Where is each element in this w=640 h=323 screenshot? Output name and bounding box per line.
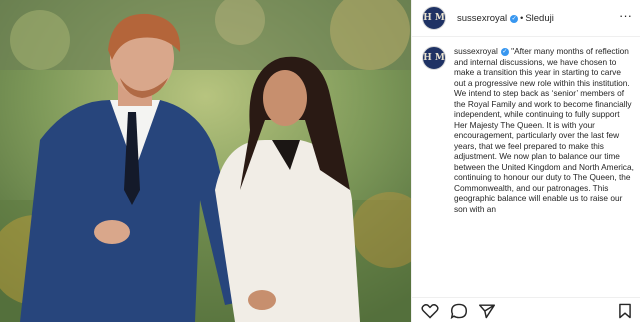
post-details-panel: H M sussexroyal ✓ • Sleduji ··· H M susse…: [411, 0, 640, 323]
action-bar: [412, 297, 640, 323]
post-photo[interactable]: [0, 0, 411, 322]
bookmark-icon[interactable]: [617, 303, 633, 319]
profile-avatar[interactable]: H M: [422, 6, 446, 30]
verified-badge-icon: ✓: [510, 14, 519, 23]
more-options-icon[interactable]: ···: [619, 9, 632, 22]
heart-icon[interactable]: [421, 303, 439, 319]
post-header: H M sussexroyal ✓ • Sleduji ···: [412, 0, 640, 37]
caption-username[interactable]: sussexroyal: [454, 46, 498, 56]
avatar-monogram: H M: [423, 53, 445, 63]
comment-icon[interactable]: [450, 303, 468, 319]
verified-badge-icon: ✓: [500, 48, 509, 56]
share-icon[interactable]: [478, 303, 496, 319]
caption-text: "After many months of reflection and int…: [454, 46, 634, 214]
caption-avatar[interactable]: H M: [422, 46, 446, 70]
post-caption: H M sussexroyal ✓ "After many months of r…: [422, 46, 634, 214]
separator-dot: •: [520, 13, 524, 23]
avatar-monogram: H M: [423, 13, 445, 23]
username-link[interactable]: sussexroyal ✓: [457, 12, 519, 24]
username-text: sussexroyal: [457, 12, 508, 24]
caption-text-block: sussexroyal ✓ "After many months of refle…: [454, 46, 634, 214]
photo-illustration: [0, 0, 411, 322]
following-button[interactable]: Sleduji: [525, 13, 554, 24]
